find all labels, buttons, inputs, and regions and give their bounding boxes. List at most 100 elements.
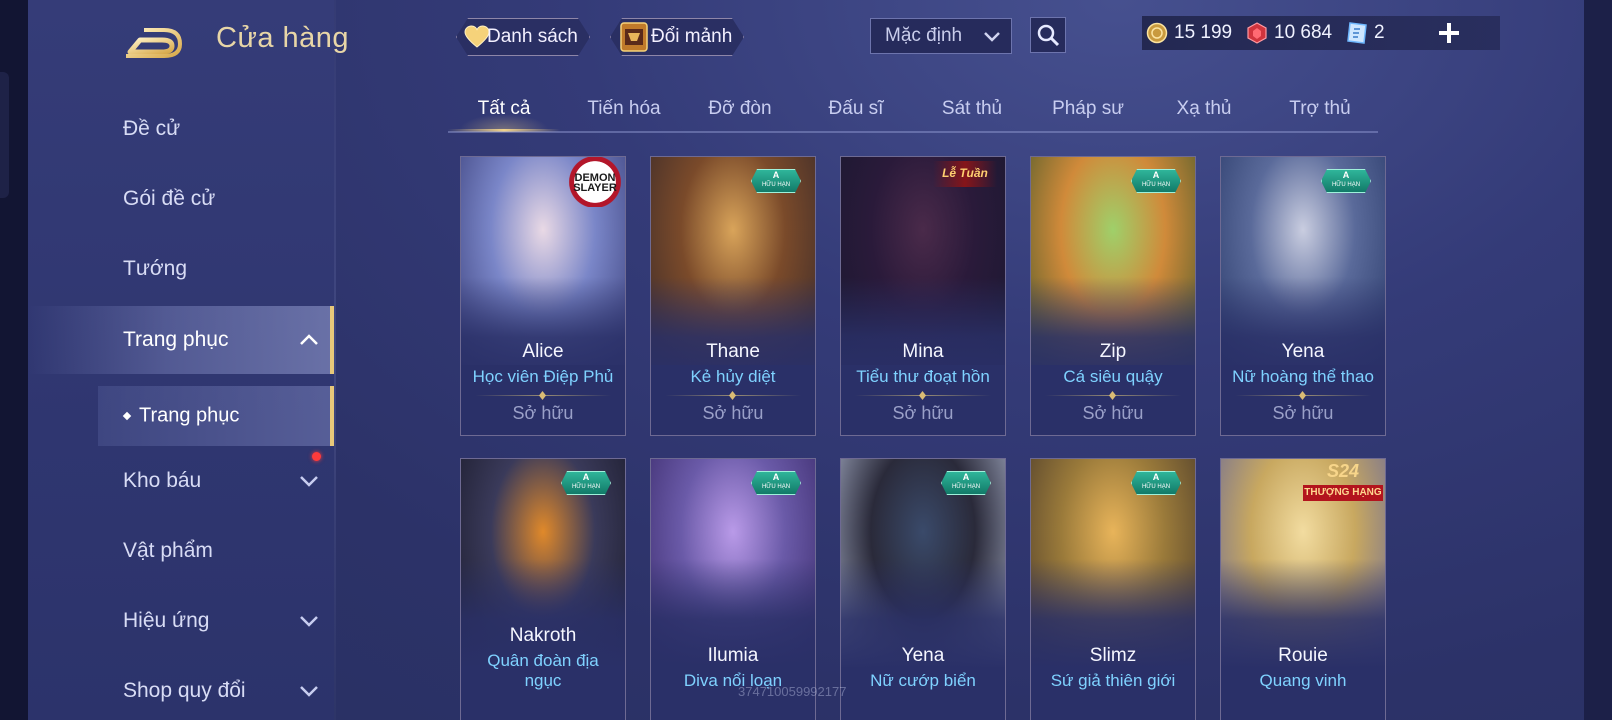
sidebar-item-recommended[interactable]: Đề cử xyxy=(28,96,334,162)
page-title: Cửa hàng xyxy=(216,22,350,54)
gold-currency: 15 199 xyxy=(1146,18,1232,48)
sidebar-item-items[interactable]: Vật phẩm xyxy=(28,518,334,584)
tab-mage[interactable]: Pháp sư xyxy=(1032,92,1144,130)
skin-card[interactable]: A HỮU HẠN Nakroth Quân đoàn địa ngục xyxy=(460,458,626,720)
tab-tank[interactable]: Đỡ đòn xyxy=(684,92,796,130)
sidebar-item-effects[interactable]: Hiệu ứng xyxy=(28,588,334,654)
sidebar-item-label: Gói đề cử xyxy=(123,187,216,210)
skin-name: Quang vinh xyxy=(1259,671,1347,690)
hero-name: Alice xyxy=(522,341,564,362)
shard-exchange-button[interactable]: Đổi mảnh xyxy=(610,18,744,56)
skin-name: Học viên Điệp Phủ xyxy=(472,367,614,386)
owned-status: Sở hữu xyxy=(1082,403,1144,423)
voucher-currency: 2 xyxy=(1346,18,1385,48)
hero-name: Thane xyxy=(706,341,760,362)
limited-badge: A HỮU HẠN xyxy=(1321,169,1371,193)
limited-badge: A HỮU HẠN xyxy=(1131,471,1181,495)
skin-card[interactable]: DEMON SLAYER Alice Học viên Điệp Phủ Sở … xyxy=(460,156,626,436)
device-left-bezel xyxy=(0,0,28,720)
sidebar-subitem-label: Trang phục xyxy=(139,404,240,427)
tab-fighter[interactable]: Đấu sĩ xyxy=(800,92,912,130)
sidebar-subitem-skins[interactable]: Trang phục xyxy=(98,386,334,446)
skin-name: Nữ hoàng thể thao xyxy=(1232,367,1374,386)
sidebar-item-treasure[interactable]: Kho báu xyxy=(28,448,334,514)
tab-marksman[interactable]: Xạ thủ xyxy=(1148,92,1260,130)
limited-badge: A HỮU HẠN xyxy=(751,169,801,193)
skin-card[interactable]: A HỮU HẠN Zip Cá siêu quậy Sở hữu xyxy=(1030,156,1196,436)
shop-screen: Cửa hàng Đề cử Gói đề cử Tướng Trang phụ… xyxy=(28,0,1584,720)
sidebar-item-label: Kho báu xyxy=(123,469,202,492)
skin-name: Sứ giả thiên giới xyxy=(1050,671,1176,690)
gold-amount: 15 199 xyxy=(1174,22,1233,43)
back-button[interactable] xyxy=(122,24,184,58)
chevron-down-icon xyxy=(300,476,318,487)
skin-name: Kẻ hủy diệt xyxy=(690,367,776,386)
owned-status: Sở hữu xyxy=(892,403,954,423)
sidebar-item-label: Trang phục xyxy=(123,328,229,351)
back-arrow-icon xyxy=(126,28,183,58)
owned-status: Sở hữu xyxy=(512,403,574,423)
chevron-down-icon xyxy=(300,616,318,627)
hero-name: Nakroth xyxy=(509,625,577,646)
sidebar-item-label: Hiệu ứng xyxy=(123,609,210,632)
voucher-icon xyxy=(1347,22,1367,44)
wishlist-label: Danh sách xyxy=(487,26,578,47)
gold-coin-icon xyxy=(1146,22,1168,44)
sort-dropdown[interactable]: Mặc định xyxy=(870,18,1012,54)
skin-card[interactable]: A HỮU HẠN Ilumia Diva nổi loạn xyxy=(650,458,816,720)
skin-card[interactable]: A HỮU HẠN Yena Nữ hoàng thể thao Sở hữu xyxy=(1220,156,1386,436)
gem-currency: 10 684 xyxy=(1246,18,1332,48)
search-button[interactable] xyxy=(1030,17,1066,53)
bullet-icon xyxy=(122,411,132,421)
shard-exchange-label: Đổi mảnh xyxy=(651,26,733,47)
add-currency-button[interactable] xyxy=(1436,20,1462,46)
sidebar-item-label: Tướng xyxy=(123,257,188,280)
voucher-amount: 2 xyxy=(1374,22,1385,43)
limited-badge: A HỮU HẠN xyxy=(561,471,611,495)
hero-name: Mina xyxy=(902,341,944,362)
skin-card[interactable]: A HỮU HẠN Thane Kẻ hủy diệt Sở hữu xyxy=(650,156,816,436)
red-gem-icon xyxy=(1247,22,1267,44)
season-rank-badge: S24 THƯỢNG HẠNG xyxy=(1301,459,1385,505)
sidebar-item-label: Vật phẩm xyxy=(123,539,213,562)
skin-card[interactable]: A HỮU HẠN Yena Nữ cướp biển xyxy=(840,458,1006,720)
sidebar-item-recommended-packs[interactable]: Gói đề cử xyxy=(28,166,334,232)
hero-name: Yena xyxy=(901,645,945,666)
tab-support[interactable]: Trợ thủ xyxy=(1264,92,1376,130)
tab-all[interactable]: Tất cả xyxy=(448,92,560,132)
limited-badge: A HỮU HẠN xyxy=(941,471,991,495)
chevron-up-icon xyxy=(300,334,318,345)
limited-badge: A HỮU HẠN xyxy=(1131,169,1181,193)
tab-assassin[interactable]: Sát thủ xyxy=(916,92,1028,130)
hero-name: Slimz xyxy=(1089,645,1137,666)
category-tabs: Tất cả Tiến hóa Đỡ đòn Đấu sĩ Sát thủ Ph… xyxy=(448,92,1378,132)
wishlist-button[interactable]: Danh sách xyxy=(456,18,590,56)
device-notch xyxy=(0,72,9,198)
skin-card[interactable]: A HỮU HẠN Slimz Sứ giả thiên giới xyxy=(1030,458,1196,720)
event-badge: Lễ Tuần xyxy=(933,161,997,187)
skin-name: Quân đoàn địa ngục xyxy=(487,651,599,690)
skin-card[interactable]: S24 THƯỢNG HẠNG Rouie Quang vinh xyxy=(1220,458,1386,720)
uid-watermark: 374710059992177 xyxy=(738,684,847,699)
owned-status: Sở hữu xyxy=(702,403,764,423)
gem-amount: 10 684 xyxy=(1274,22,1333,43)
tab-evolution[interactable]: Tiến hóa xyxy=(568,92,680,130)
tabs-underline xyxy=(448,131,1378,133)
sidebar-item-exchange-shop[interactable]: Shop quy đổi xyxy=(28,658,334,720)
hero-name: Rouie xyxy=(1278,645,1328,666)
skin-card[interactable]: Lễ Tuần Mina Tiểu thư đoạt hồn Sở hữu xyxy=(840,156,1006,436)
sort-selected-value: Mặc định xyxy=(885,25,963,46)
owned-status: Sở hữu xyxy=(1272,403,1334,423)
shard-box-icon xyxy=(619,21,649,53)
skin-name: Nữ cướp biển xyxy=(870,671,976,690)
sidebar-item-skins[interactable]: Trang phục xyxy=(28,306,334,374)
chevron-down-icon xyxy=(984,32,1000,42)
search-icon xyxy=(1037,24,1060,47)
notification-dot xyxy=(312,452,321,461)
sidebar-item-heroes[interactable]: Tướng xyxy=(28,236,334,302)
plus-icon xyxy=(1439,23,1459,43)
hero-name: Zip xyxy=(1099,341,1127,362)
hero-name: Yena xyxy=(1281,341,1325,362)
device-right-bezel xyxy=(1584,0,1612,720)
sidebar-item-label: Đề cử xyxy=(123,117,181,140)
